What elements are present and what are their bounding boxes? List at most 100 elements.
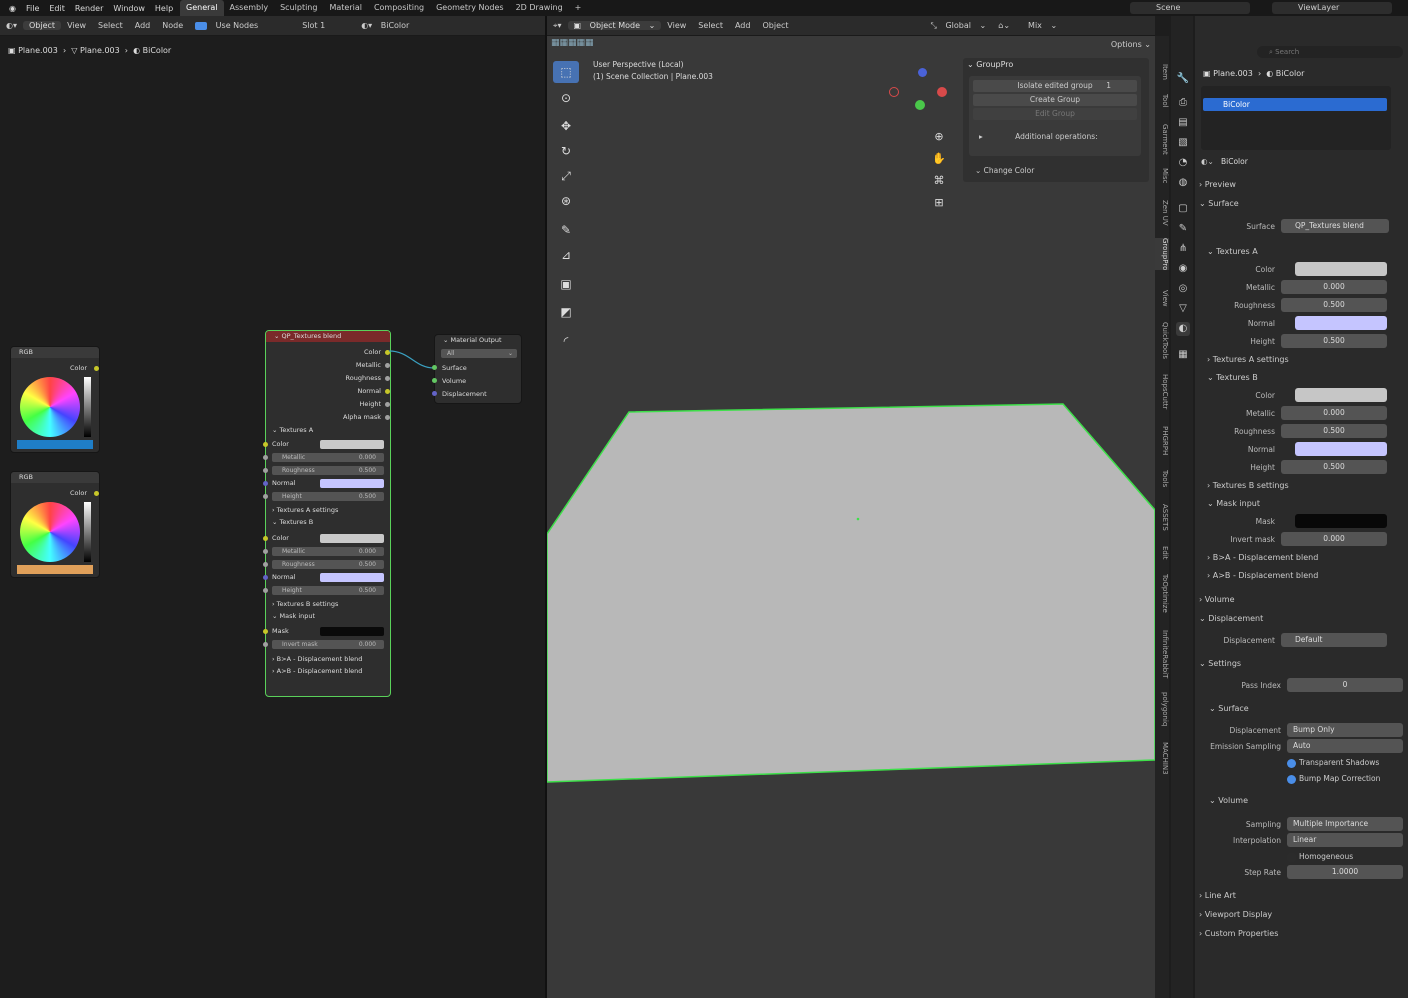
scene-icon[interactable]: ◔ xyxy=(1176,156,1190,170)
socket[interactable] xyxy=(432,365,437,370)
menu-render[interactable]: Render xyxy=(70,4,108,13)
color-b-swatch[interactable] xyxy=(1295,388,1387,402)
transparent-shadows-checkbox[interactable]: Transparent Shadows xyxy=(1195,755,1408,771)
menu-edit[interactable]: Edit xyxy=(44,4,70,13)
normal-b-swatch[interactable] xyxy=(1295,442,1387,456)
line-art-panel[interactable]: › Line Art xyxy=(1199,887,1404,905)
add-workspace-icon[interactable]: + xyxy=(569,0,588,16)
material-output-node[interactable]: ⌄ Material Output All ⌄ Surface Volume Di… xyxy=(434,334,522,404)
camera-icon[interactable]: ⌘ xyxy=(931,170,947,192)
sidebar-tab-infiniterabbit[interactable]: InfiniteRabbiT xyxy=(1155,630,1169,678)
volume-panel[interactable]: › Volume xyxy=(1199,591,1404,609)
output-target-dropdown[interactable]: All ⌄ xyxy=(441,349,517,358)
sidebar-tab-hopscuttr[interactable]: HopsCuttr xyxy=(1155,374,1169,409)
change-color-panel[interactable]: ⌄ Change Color xyxy=(975,166,1034,175)
workspace-tab-2d-drawing[interactable]: 2D Drawing xyxy=(510,0,569,16)
workspace-tab-general[interactable]: General xyxy=(180,0,224,16)
socket[interactable] xyxy=(432,391,437,396)
surface-shader-field[interactable]: QP_Textures blend xyxy=(1281,219,1389,233)
roughness-a-field[interactable]: 0.500 xyxy=(1281,298,1387,312)
additional-ops-toggle[interactable]: ▸ Additional operations: xyxy=(979,132,1098,141)
view-layer-icon[interactable]: ▧ xyxy=(1176,136,1190,150)
neg-x-axis-handle[interactable] xyxy=(889,87,899,97)
pivot-icon[interactable]: ⌂⌄ xyxy=(992,21,1016,30)
blender-logo-icon[interactable]: ◉ xyxy=(4,4,21,13)
sidebar-tab-machin3[interactable]: MACHIN3 xyxy=(1155,742,1169,775)
move-tool[interactable]: ✥ xyxy=(553,115,579,137)
color-a-swatch[interactable] xyxy=(1295,262,1387,276)
menu-add[interactable]: Add xyxy=(729,21,757,30)
render-icon[interactable]: ⎙ xyxy=(1176,96,1190,110)
volume-sampling-dropdown[interactable]: Multiple Importance xyxy=(1287,817,1403,831)
material-slot-item[interactable]: BiColor xyxy=(1203,98,1387,111)
particles-icon[interactable]: ⋔ xyxy=(1176,242,1190,256)
sidebar-tab-garment[interactable]: Garment xyxy=(1155,124,1169,155)
isolate-group-button[interactable]: Isolate edited group 1 xyxy=(973,80,1137,92)
menu-help[interactable]: Help xyxy=(150,4,178,13)
sidebar-tab-edit[interactable]: Edit xyxy=(1155,546,1169,560)
material-slot-list[interactable]: BiColor xyxy=(1201,86,1391,150)
texture-icon[interactable]: ▦ xyxy=(1176,348,1190,362)
cursor-tool[interactable]: ⊙ xyxy=(553,87,579,109)
emission-sampling-dropdown[interactable]: Auto xyxy=(1287,739,1403,753)
ba-displacement-panel[interactable]: › B>A - Displacement blend xyxy=(1207,549,1408,567)
sidebar-tab-misc[interactable]: Misc xyxy=(1155,168,1169,183)
custom-properties-panel[interactable]: › Custom Properties xyxy=(1199,925,1404,943)
y-axis-handle[interactable] xyxy=(915,100,925,110)
textures-b-settings-panel[interactable]: › Textures B settings xyxy=(1207,477,1408,495)
properties-editor[interactable]: ⌕ Search ▣ Plane.003 › ◐ BiColor BiColor… xyxy=(1195,16,1408,998)
workspace-tab-assembly[interactable]: Assembly xyxy=(224,0,275,16)
normal-a-swatch[interactable] xyxy=(1295,316,1387,330)
tool-10-icon[interactable]: ◜ xyxy=(553,330,579,352)
tool-9-icon[interactable]: ◩ xyxy=(553,301,579,323)
x-axis-handle[interactable] xyxy=(937,87,947,97)
sidebar-tab-grouppro[interactable]: GroupPro xyxy=(1155,238,1169,271)
node-editor[interactable]: ◐▾ Object View Select Add Node Use Nodes… xyxy=(0,16,545,998)
sidebar-tab-view[interactable]: View xyxy=(1155,290,1169,307)
workspace-tab-material[interactable]: Material xyxy=(323,0,368,16)
pan-hand-icon[interactable]: ✋ xyxy=(931,148,947,170)
grouppro-header[interactable]: ⌄ GroupPro xyxy=(967,60,1013,69)
sidebar-tab-quicktools[interactable]: QuickTools xyxy=(1155,322,1169,359)
rotate-tool[interactable]: ↻ xyxy=(553,140,579,162)
viewlayer-selector[interactable]: ViewLayer xyxy=(1272,2,1392,14)
3d-viewport[interactable]: ⌖▾ ▣ Object Mode ⌄ View Select Add Objec… xyxy=(547,16,1155,998)
editor-type-icon[interactable]: ⌖▾ xyxy=(547,21,568,31)
scale-tool[interactable]: ⤢ xyxy=(553,165,579,187)
material-datablock[interactable]: ◐⌄ BiColor xyxy=(1201,155,1403,169)
homogeneous-checkbox[interactable]: Homogeneous xyxy=(1195,849,1408,865)
sidebar-tab-tooptimize[interactable]: ToOptimize xyxy=(1155,574,1169,613)
workspace-tab-geometry-nodes[interactable]: Geometry Nodes xyxy=(430,0,509,16)
viewport-display-panel[interactable]: › Viewport Display xyxy=(1199,906,1404,924)
measure-tool[interactable]: ⊿ xyxy=(553,244,579,266)
surface-panel[interactable]: ⌄ Surface xyxy=(1199,195,1404,213)
sidebar-tab-assets[interactable]: ASSETS xyxy=(1155,504,1169,531)
sidebar-tab-zen-uv[interactable]: Zen UV xyxy=(1155,200,1169,226)
displacement-panel[interactable]: ⌄ Displacement xyxy=(1199,610,1404,628)
displacement-method-dropdown[interactable]: Bump Only xyxy=(1287,723,1403,737)
menu-file[interactable]: File xyxy=(21,4,44,13)
menu-view[interactable]: View xyxy=(661,21,692,30)
world-icon[interactable]: ◍ xyxy=(1176,176,1190,190)
interpolation-dropdown[interactable]: Linear xyxy=(1287,833,1403,847)
height-b-field[interactable]: 0.500 xyxy=(1281,460,1387,474)
ab-displacement-panel[interactable]: › A>B - Displacement blend xyxy=(1207,567,1408,585)
transform-orientation[interactable]: ⤡ Global ⌄ xyxy=(925,21,993,31)
output-icon[interactable]: ▤ xyxy=(1176,116,1190,130)
add-cube-tool[interactable]: ▣ xyxy=(553,273,579,295)
workspace-tab-sculpting[interactable]: Sculpting xyxy=(274,0,323,16)
displacement-field[interactable]: Default xyxy=(1281,633,1387,647)
invert-mask-field[interactable]: 0.000 xyxy=(1281,532,1387,546)
workspace-tab-compositing[interactable]: Compositing xyxy=(368,0,430,16)
menu-select[interactable]: Select xyxy=(692,21,729,30)
navigation-gizmo[interactable] xyxy=(889,68,953,128)
roughness-b-field[interactable]: 0.500 xyxy=(1281,424,1387,438)
sidebar-tab-tool[interactable]: Tool xyxy=(1155,94,1169,108)
mask-swatch[interactable] xyxy=(1295,514,1387,528)
socket[interactable] xyxy=(432,378,437,383)
annotate-tool[interactable]: ✎ xyxy=(553,219,579,241)
create-group-button[interactable]: Create Group xyxy=(973,94,1137,106)
data-icon[interactable]: ▽ xyxy=(1176,302,1190,316)
tool-icon[interactable]: 🔧 xyxy=(1176,72,1190,86)
mask-input-panel[interactable]: ⌄ Mask input xyxy=(1207,495,1408,513)
